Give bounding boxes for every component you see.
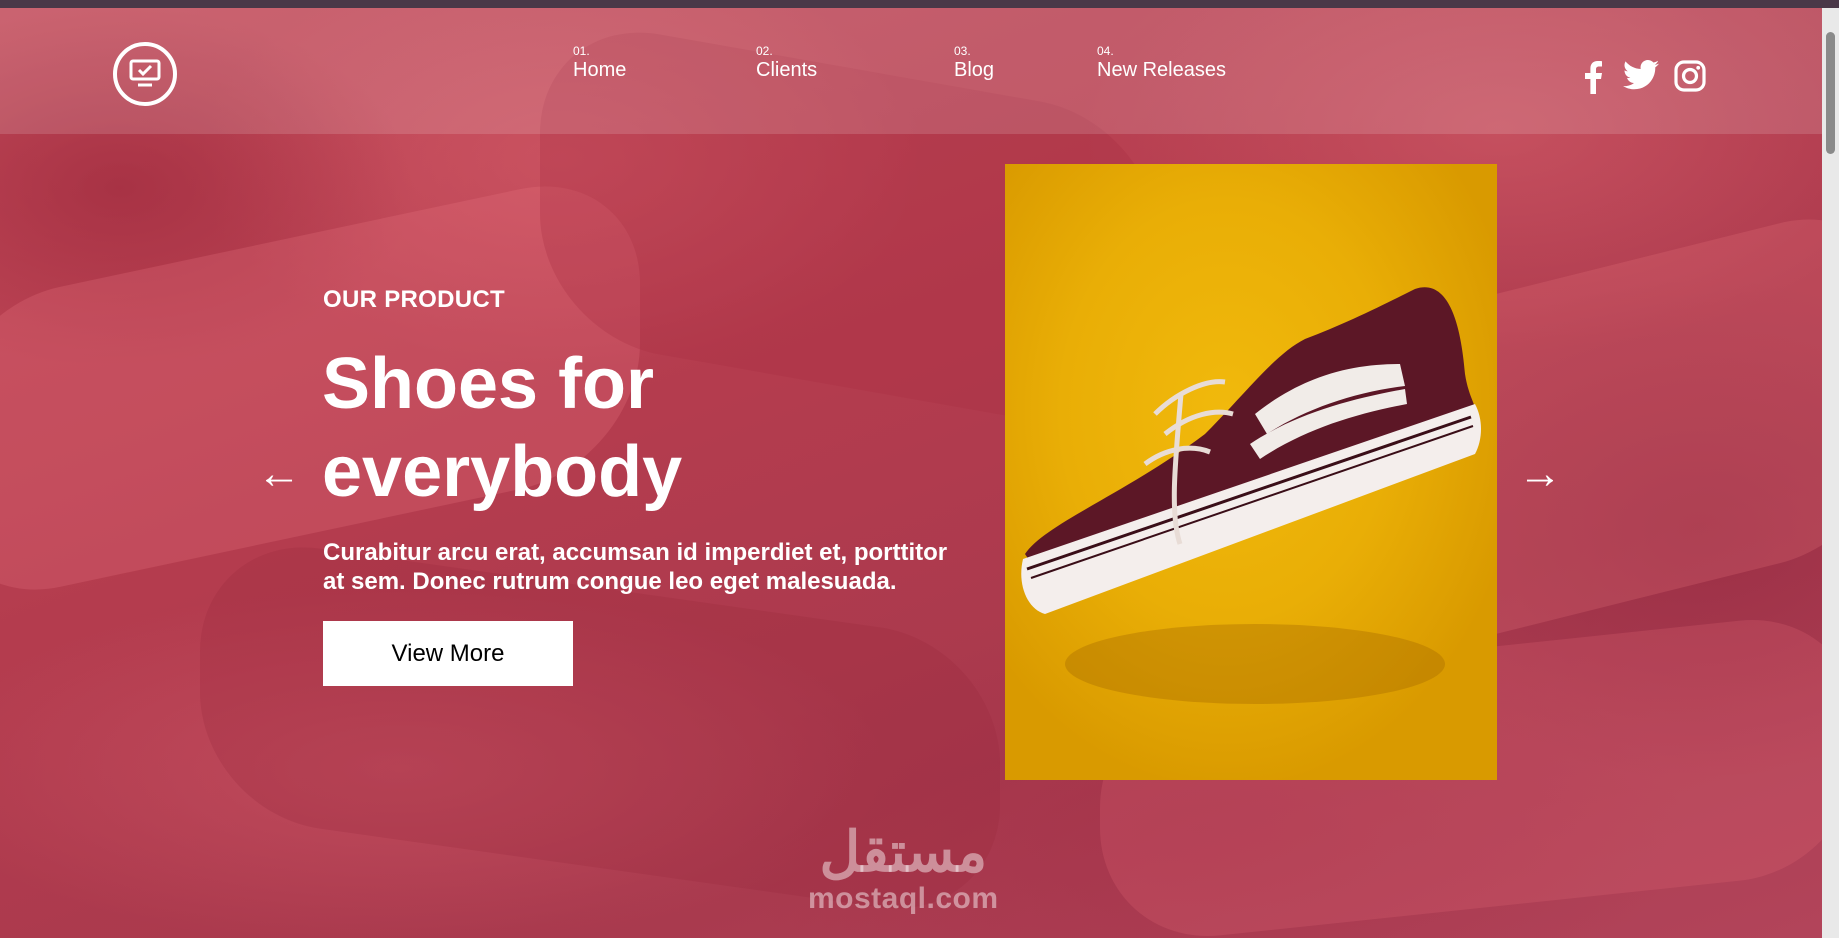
logo[interactable]	[113, 42, 177, 106]
nav-item-clients[interactable]: 02. Clients	[756, 44, 817, 82]
site-header: 01. Home 02. Clients 03. Blog 04. New Re…	[0, 8, 1822, 134]
monitor-check-icon	[129, 59, 161, 87]
next-slide-arrow-icon[interactable]: →	[1518, 448, 1562, 500]
nav-item-blog[interactable]: 03. Blog	[954, 44, 994, 82]
prev-slide-arrow-icon[interactable]: ←	[257, 448, 301, 500]
nav-item-label: Clients	[756, 59, 818, 81]
hero-description: Curabitur arcu erat, accumsan id imperdi…	[323, 538, 1003, 596]
hero-title-line: Shoes for	[322, 344, 655, 424]
watermark-latin: mostaql.com	[808, 882, 999, 915]
facebook-icon	[1585, 61, 1602, 94]
watermark-arabic: مستقل	[819, 820, 988, 883]
hero-description-line: at sem. Donec rutrum congue leo eget mal…	[323, 568, 897, 595]
watermark: مستقل mostaql.com	[808, 822, 999, 916]
nav-item-number: 01.	[573, 44, 590, 58]
twitter-link[interactable]	[1623, 60, 1659, 95]
facebook-link[interactable]	[1582, 60, 1604, 99]
nav-item-number: 02.	[756, 44, 773, 58]
window-top-strip	[0, 0, 1839, 8]
nav-item-new-releases[interactable]: 04. New Releases	[1097, 44, 1226, 82]
nav-item-number: 04.	[1097, 44, 1114, 58]
nav-item-label: Blog	[954, 59, 995, 81]
instagram-link[interactable]	[1674, 60, 1706, 97]
nav-item-label: New Releases	[1097, 59, 1226, 81]
hero-title-line: everybody	[322, 432, 683, 512]
hero-eyebrow: OUR PRODUCT	[323, 286, 505, 313]
sneaker-illustration	[1021, 287, 1481, 704]
scrollbar-thumb[interactable]	[1826, 32, 1835, 154]
vertical-scrollbar[interactable]	[1822, 8, 1839, 938]
nav-item-label: Home	[573, 59, 627, 81]
view-more-button[interactable]: View More	[323, 621, 573, 686]
nav-item-number: 03.	[954, 44, 971, 58]
instagram-icon	[1674, 60, 1706, 92]
hero-description-line: Curabitur arcu erat, accumsan id imperdi…	[323, 539, 948, 566]
product-image	[1005, 164, 1497, 780]
hero-title: Shoes for everybody	[322, 340, 882, 516]
nav-item-home[interactable]: 01. Home	[573, 44, 626, 82]
twitter-icon	[1623, 60, 1659, 90]
